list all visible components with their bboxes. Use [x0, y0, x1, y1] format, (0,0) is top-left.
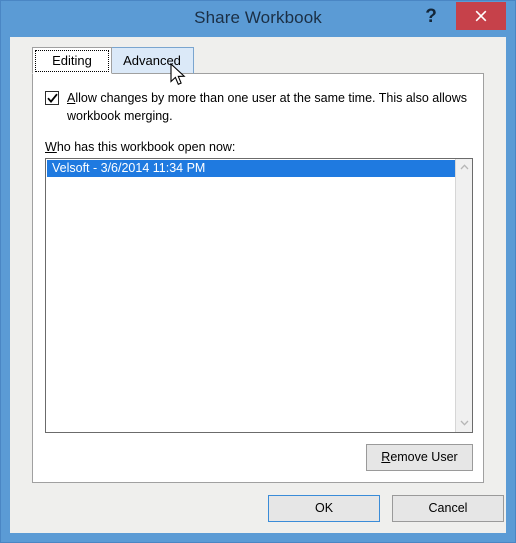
checkmark-icon: [46, 93, 58, 104]
share-workbook-dialog: Share Workbook ? Editing Advanced Allow …: [0, 0, 516, 543]
close-button[interactable]: [456, 2, 506, 30]
user-list-label-text: ho has this workbook open now:: [56, 140, 236, 154]
tab-editing-label: Editing: [52, 53, 92, 68]
vertical-scrollbar[interactable]: [455, 159, 472, 432]
ok-button[interactable]: OK: [268, 495, 380, 522]
close-icon: [456, 9, 506, 23]
tab-panel-editing: Allow changes by more than one user at t…: [32, 73, 484, 483]
chevron-down-icon: [456, 420, 472, 426]
allow-changes-text: llow changes by more than one user at th…: [67, 91, 467, 123]
scroll-down-button[interactable]: [456, 415, 472, 432]
tab-advanced-label: Advanced: [123, 53, 181, 68]
remove-user-button[interactable]: Remove User: [366, 444, 473, 471]
user-listbox[interactable]: Velsoft - 3/6/2014 11:34 PM: [45, 158, 473, 433]
remove-user-accelerator: R: [381, 450, 391, 464]
dialog-body: Editing Advanced Allow changes by more t…: [10, 37, 506, 533]
scroll-up-button[interactable]: [456, 159, 472, 176]
allow-changes-checkbox[interactable]: [45, 91, 59, 105]
list-item[interactable]: Velsoft - 3/6/2014 11:34 PM: [47, 160, 456, 177]
allow-changes-label: Allow changes by more than one user at t…: [67, 89, 475, 125]
user-list-label: Who has this workbook open now:: [45, 140, 235, 154]
tab-strip: Editing Advanced: [32, 47, 232, 74]
help-button[interactable]: ?: [417, 3, 445, 31]
tab-editing[interactable]: Editing: [32, 47, 112, 74]
user-list-label-accelerator: W: [45, 140, 57, 154]
tab-advanced[interactable]: Advanced: [110, 47, 194, 74]
cancel-button[interactable]: Cancel: [392, 495, 504, 522]
chevron-up-icon: [456, 164, 472, 170]
title-bar: Share Workbook ?: [1, 1, 515, 37]
remove-user-label: emove User: [390, 450, 458, 464]
